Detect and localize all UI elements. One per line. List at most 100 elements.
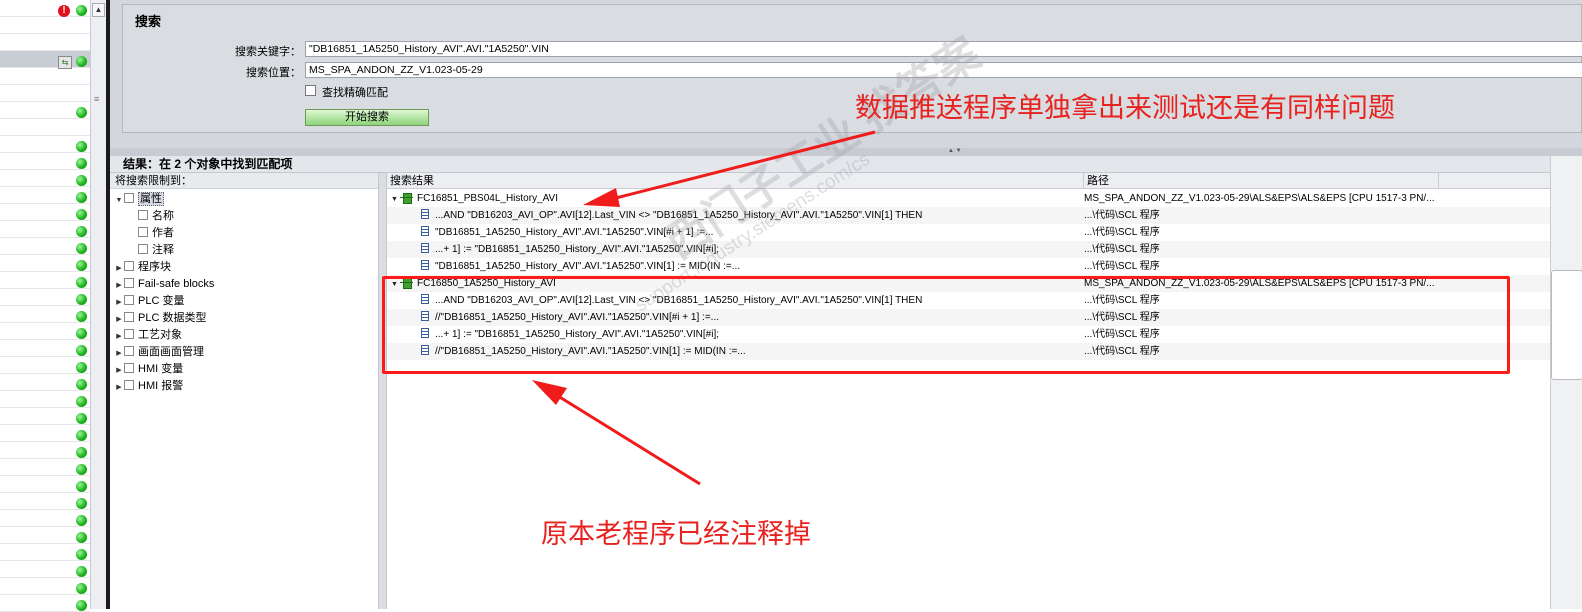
status-ok-icon	[76, 464, 87, 475]
filter-item[interactable]: 名称	[138, 208, 174, 225]
project-tree-row[interactable]	[0, 68, 90, 85]
result-path: ...\代码\SCL 程序	[1084, 244, 1160, 255]
code-line-icon	[421, 260, 429, 270]
annotation-bottom-note: 原本老程序已经注释掉	[541, 519, 811, 550]
status-ok-icon	[76, 311, 87, 322]
status-ok-icon	[76, 260, 87, 271]
code-line-icon	[421, 209, 429, 219]
results-table-header: 搜索结果 路径	[387, 173, 1550, 189]
exact-match-label: 查找精确匹配	[322, 87, 388, 99]
scroll-up-arrow-icon[interactable]: ▲	[92, 3, 105, 17]
filter-checkbox[interactable]	[124, 278, 134, 288]
filter-label: PLC 数据类型	[138, 312, 207, 324]
filter-item[interactable]: 作者	[138, 225, 174, 242]
filter-label: 工艺对象	[138, 329, 182, 341]
filter-checkbox[interactable]	[138, 227, 148, 237]
status-ok-icon	[76, 447, 87, 458]
filter-checkbox[interactable]	[124, 329, 134, 339]
scroll-grip-icon[interactable]: ≡	[94, 94, 99, 104]
result-path: ...\代码\SCL 程序	[1084, 210, 1160, 221]
result-row[interactable]: ...+ 1] := "DB16851_1A5250_History_AVI".…	[387, 241, 1550, 258]
project-tree-scrollbar[interactable]: ▲ ≡	[90, 0, 106, 609]
location-label: 搜索位置：	[246, 67, 301, 79]
splitter-arrows-icon[interactable]: ▲ ▼	[948, 148, 988, 154]
result-group-row[interactable]: ▼ FC16851_PBS04L_History_AVI MS_SPA_ANDON_…	[387, 190, 1550, 207]
expand-right-icon[interactable]: ▶	[114, 311, 124, 328]
filter-item[interactable]: ▶ PLC 数据类型	[114, 310, 206, 327]
expand-right-icon[interactable]: ▶	[114, 328, 124, 345]
filter-item[interactable]: ▶ 工艺对象	[114, 327, 182, 344]
status-ok-icon	[76, 141, 87, 152]
filter-label: PLC 变量	[138, 295, 185, 307]
collapse-icon[interactable]: ▼	[391, 191, 400, 208]
status-ok-icon	[76, 532, 87, 543]
filter-checkbox[interactable]	[138, 210, 148, 220]
status-ok-icon	[76, 277, 87, 288]
expand-right-icon[interactable]: ▶	[114, 277, 124, 294]
search-filter-pane: 将搜索限制到： ▼ 属性 名称 作者 注释 ▶ 程序块 ▶ Fail-safe blocks ▶ P…	[110, 173, 379, 609]
filter-item[interactable]: 注释	[138, 242, 174, 259]
expand-right-icon[interactable]: ▶	[114, 345, 124, 362]
keyword-label: 搜索关键字：	[235, 46, 301, 58]
scrollbar-thumb[interactable]	[1551, 270, 1582, 380]
status-ok-icon	[76, 175, 87, 186]
project-tree-row[interactable]	[0, 17, 90, 34]
expand-right-icon[interactable]: ▶	[114, 362, 124, 379]
filter-item[interactable]: ▶ 程序块	[114, 259, 171, 276]
highlight-box-annotation	[382, 276, 1510, 374]
filter-checkbox[interactable]	[124, 380, 134, 390]
exact-match-checkbox[interactable]	[305, 85, 316, 96]
filter-checkbox[interactable]	[124, 295, 134, 305]
filter-item[interactable]: ▼ 属性	[114, 191, 164, 208]
expand-right-icon[interactable]: ▶	[114, 294, 124, 311]
result-row[interactable]: "DB16851_1A5250_History_AVI".AVI."1A5250…	[387, 224, 1550, 241]
result-row[interactable]: ...AND "DB16203_AVI_OP".AVI[12].Last_VIN…	[387, 207, 1550, 224]
filter-item[interactable]: ▶ 画面画面管理	[114, 344, 204, 361]
project-tree-row[interactable]	[0, 85, 90, 102]
code-line-icon	[421, 226, 429, 236]
expand-right-icon[interactable]: ▶	[114, 260, 124, 277]
filter-checkbox[interactable]	[124, 261, 134, 271]
filter-checkbox[interactable]	[138, 244, 148, 254]
status-ok-icon	[76, 345, 87, 356]
filter-checkbox[interactable]	[124, 193, 134, 203]
status-ok-icon	[76, 209, 87, 220]
filter-checkbox[interactable]	[124, 312, 134, 322]
annotation-top-note: 数据推送程序单独拿出来测试还是有同样问题	[855, 93, 1395, 124]
result-path: MS_SPA_ANDON_ZZ_V1.023-05-29\ALS&EPS\ALS…	[1084, 193, 1435, 204]
status-ok-icon	[76, 566, 87, 577]
results-scrollbar[interactable]	[1550, 156, 1582, 609]
search-title: 搜索	[135, 14, 162, 29]
expand-down-icon[interactable]: ▼	[114, 192, 124, 209]
filter-checkbox[interactable]	[124, 363, 134, 373]
result-text: FC16851_PBS04L_History_AVI	[417, 193, 559, 204]
status-ok-icon	[76, 549, 87, 560]
status-ok-icon	[76, 294, 87, 305]
filter-item[interactable]: ▶ Fail-safe blocks	[114, 276, 214, 293]
project-tree-row[interactable]	[0, 34, 90, 51]
function-block-icon	[400, 193, 413, 204]
result-row[interactable]: "DB16851_1A5250_History_AVI".AVI."1A5250…	[387, 258, 1550, 275]
project-tree-row[interactable]	[0, 119, 90, 136]
status-ok-icon	[76, 362, 87, 373]
filter-checkbox[interactable]	[124, 346, 134, 356]
expand-right-icon[interactable]: ▶	[114, 379, 124, 396]
start-search-button[interactable]: 开始搜索	[305, 109, 429, 126]
status-ok-icon	[76, 379, 87, 390]
status-ok-icon	[76, 430, 87, 441]
status-ok-icon	[76, 583, 87, 594]
status-ok-icon	[76, 107, 87, 118]
filter-label: HMI 报警	[138, 380, 184, 392]
status-ok-icon	[76, 600, 87, 611]
filter-label: Fail-safe blocks	[138, 278, 215, 290]
results-pane-splitter[interactable]	[379, 173, 387, 609]
column-header-path[interactable]: 路径	[1084, 173, 1439, 189]
filter-item[interactable]: ▶ HMI 变量	[114, 361, 183, 378]
filter-item[interactable]: ▶ HMI 报警	[114, 378, 183, 395]
filter-label: 画面画面管理	[138, 346, 204, 358]
filter-label: 作者	[152, 227, 174, 239]
status-ok-icon	[76, 413, 87, 424]
filter-item[interactable]: ▶ PLC 变量	[114, 293, 184, 310]
error-icon: !	[58, 5, 70, 17]
filter-label: 名称	[152, 210, 174, 222]
